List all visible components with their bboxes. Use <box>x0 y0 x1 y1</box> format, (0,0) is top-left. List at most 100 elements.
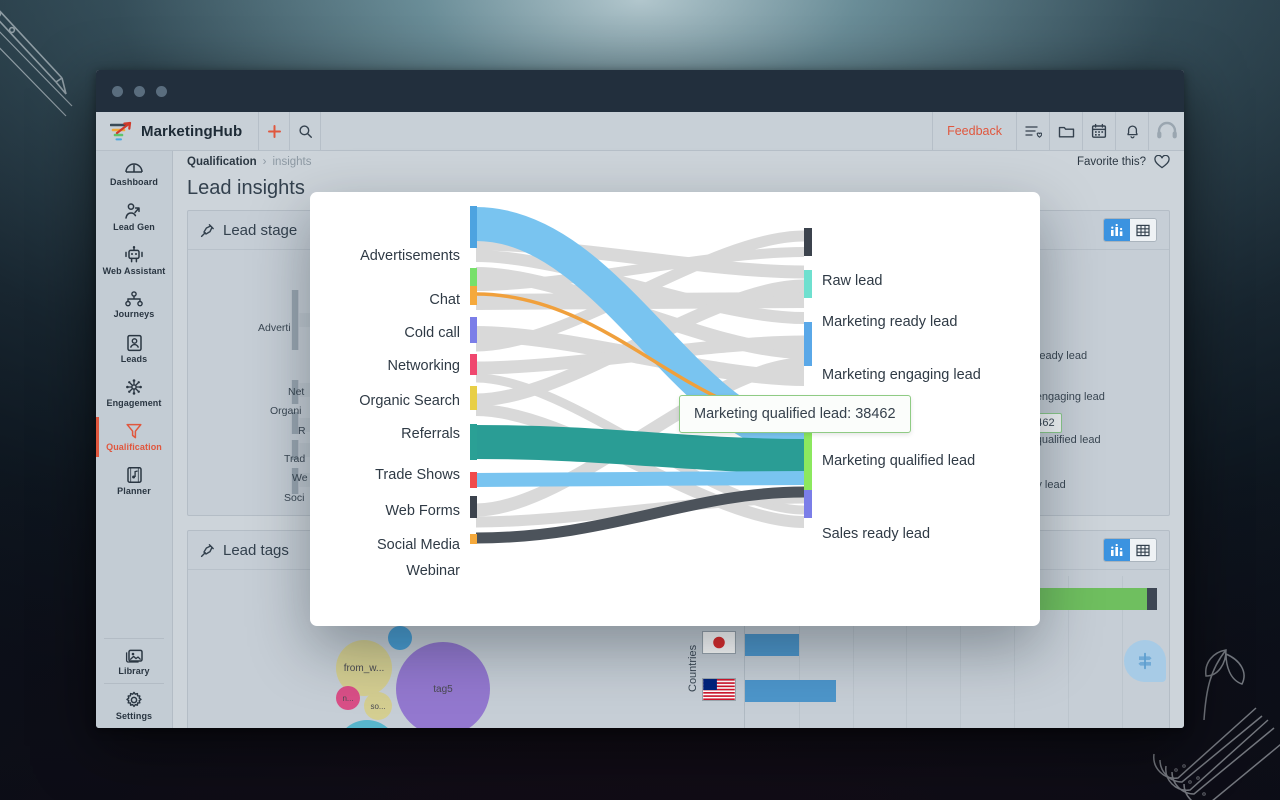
stack-segment <box>1146 588 1157 610</box>
gear-icon <box>126 691 142 708</box>
bubble-item[interactable]: so... <box>364 692 392 720</box>
table-icon <box>1136 224 1150 236</box>
breadcrumb-separator: › <box>262 156 267 168</box>
sankey-node-web-forms <box>470 472 477 488</box>
sidebar: Dashboard Lead Gen Web Assistant Journey… <box>96 151 173 728</box>
sidebar-item-label: Lead Gen <box>113 221 155 232</box>
sankey-label-raw-lead: Raw lead <box>822 273 883 289</box>
topnav-spacer <box>321 112 932 150</box>
table-row[interactable] <box>745 634 1159 656</box>
bubble-item[interactable]: people <box>336 720 398 728</box>
bubble-item[interactable]: tag5 <box>396 642 490 728</box>
bar-chart-icon <box>1111 223 1123 236</box>
stack-segment <box>745 680 837 702</box>
tasks-button[interactable] <box>1016 112 1049 150</box>
table-view-button[interactable] <box>1130 539 1156 561</box>
sankey-label-marketing-ready-lead: Marketing ready lead <box>822 314 958 330</box>
table-row[interactable] <box>745 680 1159 702</box>
bg-node-label: Adverti <box>258 322 291 334</box>
sankey-label-web-forms: Web Forms <box>385 503 460 519</box>
breadcrumb-leaf: insights <box>272 156 312 168</box>
files-button[interactable] <box>1049 112 1082 150</box>
search-icon <box>299 124 312 138</box>
sidebar-item-settings[interactable]: Settings <box>96 684 172 728</box>
insights-fab-button[interactable] <box>1124 640 1166 682</box>
sidebar-item-label: Settings <box>115 711 153 721</box>
lead-stage-detail-modal: Advertisements Chat Cold call Networking… <box>310 192 1040 626</box>
bubble-item[interactable] <box>388 626 412 650</box>
sankey-label-chat: Chat <box>429 292 460 308</box>
sidebar-secondary-nav: Library Settings <box>96 638 172 728</box>
sankey-label-organic-search: Organic Search <box>359 393 460 409</box>
calendar-button[interactable] <box>1082 112 1115 150</box>
sidebar-item-engagement[interactable]: Engagement <box>96 371 172 415</box>
bg-node-label: R <box>298 425 306 437</box>
sankey-node-sales-ready-lead <box>804 490 812 518</box>
bg-node-label: Organi <box>270 405 302 417</box>
table-view-button[interactable] <box>1130 219 1156 241</box>
window-close-button[interactable] <box>112 85 123 97</box>
chart-view-button[interactable] <box>1104 219 1130 241</box>
bg-node-label: Soci <box>284 492 305 504</box>
headset-avatar-icon <box>1156 121 1177 139</box>
brand-logo-area[interactable]: MarketingHub <box>96 112 260 150</box>
person-trend-icon <box>125 202 140 219</box>
sankey-label-cold-call: Cold call <box>404 325 460 341</box>
view-toggle-group <box>1103 218 1157 242</box>
sankey-label-social-media: Social Media <box>376 537 460 553</box>
pin-icon[interactable] <box>200 543 215 558</box>
bg-node-label: Trad <box>284 453 306 465</box>
heart-icon[interactable] <box>1154 155 1170 169</box>
contact-card-icon <box>126 334 142 352</box>
sankey-node-organic-search <box>470 354 477 375</box>
card-tools <box>1103 538 1157 562</box>
web-assistant-icon <box>125 246 143 263</box>
marketinghub-logo-icon <box>110 121 132 141</box>
list-heart-icon <box>1024 125 1042 138</box>
plus-icon <box>267 124 281 138</box>
user-avatar-button[interactable] <box>1148 112 1184 150</box>
sidebar-item-qualification[interactable]: Qualification <box>96 415 172 459</box>
image-icon <box>125 649 143 663</box>
bubble-item[interactable]: n... <box>336 686 360 710</box>
bg-node-label: We <box>292 472 308 484</box>
favorite-label: Favorite this? <box>1076 156 1146 168</box>
sankey-node-marketing-engaging-lead <box>804 322 812 366</box>
sidebar-item-web-assistant[interactable]: Web Assistant <box>96 239 172 283</box>
film-note-icon <box>126 467 142 483</box>
sidebar-item-label: Library <box>118 665 150 676</box>
search-button[interactable] <box>290 112 322 150</box>
sidebar-item-library[interactable]: Library <box>96 639 172 683</box>
flag-japan-icon <box>702 631 736 654</box>
bar-chart-icon <box>1111 543 1123 556</box>
gauge-icon <box>125 163 143 173</box>
pin-icon[interactable] <box>200 223 215 238</box>
feedback-link[interactable]: Feedback <box>932 112 1016 150</box>
sankey-node-chat <box>470 268 477 288</box>
bg-node-label: Net <box>288 386 305 398</box>
sidebar-item-dashboard[interactable]: Dashboard <box>96 151 172 195</box>
sankey-node-advertisements <box>470 206 477 248</box>
hierarchy-icon <box>125 291 143 307</box>
notifications-button[interactable] <box>1115 112 1148 150</box>
sankey-label-marketing-qualified-lead: Marketing qualified lead <box>822 453 976 469</box>
chart-view-button[interactable] <box>1104 539 1130 561</box>
window-minimize-button[interactable] <box>134 85 145 97</box>
sankey-label-networking: Networking <box>387 358 460 374</box>
top-navigation-bar: MarketingHub Feedback <box>96 112 1184 151</box>
sidebar-item-lead-gen[interactable]: Lead Gen <box>96 195 172 239</box>
sankey-node-marketing-ready-lead <box>804 270 812 298</box>
sidebar-item-journeys[interactable]: Journeys <box>96 283 172 327</box>
window-maximize-button[interactable] <box>156 85 167 97</box>
network-icon <box>126 379 142 395</box>
sankey-label-referrals: Referrals <box>401 426 460 442</box>
sidebar-item-planner[interactable]: Planner <box>96 459 172 503</box>
breadcrumb-root[interactable]: Qualification <box>187 156 257 168</box>
sidebar-item-label: Web Assistant <box>102 266 166 276</box>
sidebar-item-leads[interactable]: Leads <box>96 327 172 371</box>
add-button[interactable] <box>259 112 291 150</box>
sankey-label-trade-shows: Trade Shows <box>375 467 460 483</box>
card-title: Lead stage <box>223 221 298 239</box>
favorite-control[interactable]: Favorite this? <box>1077 155 1170 169</box>
signpost-icon <box>1138 652 1152 670</box>
